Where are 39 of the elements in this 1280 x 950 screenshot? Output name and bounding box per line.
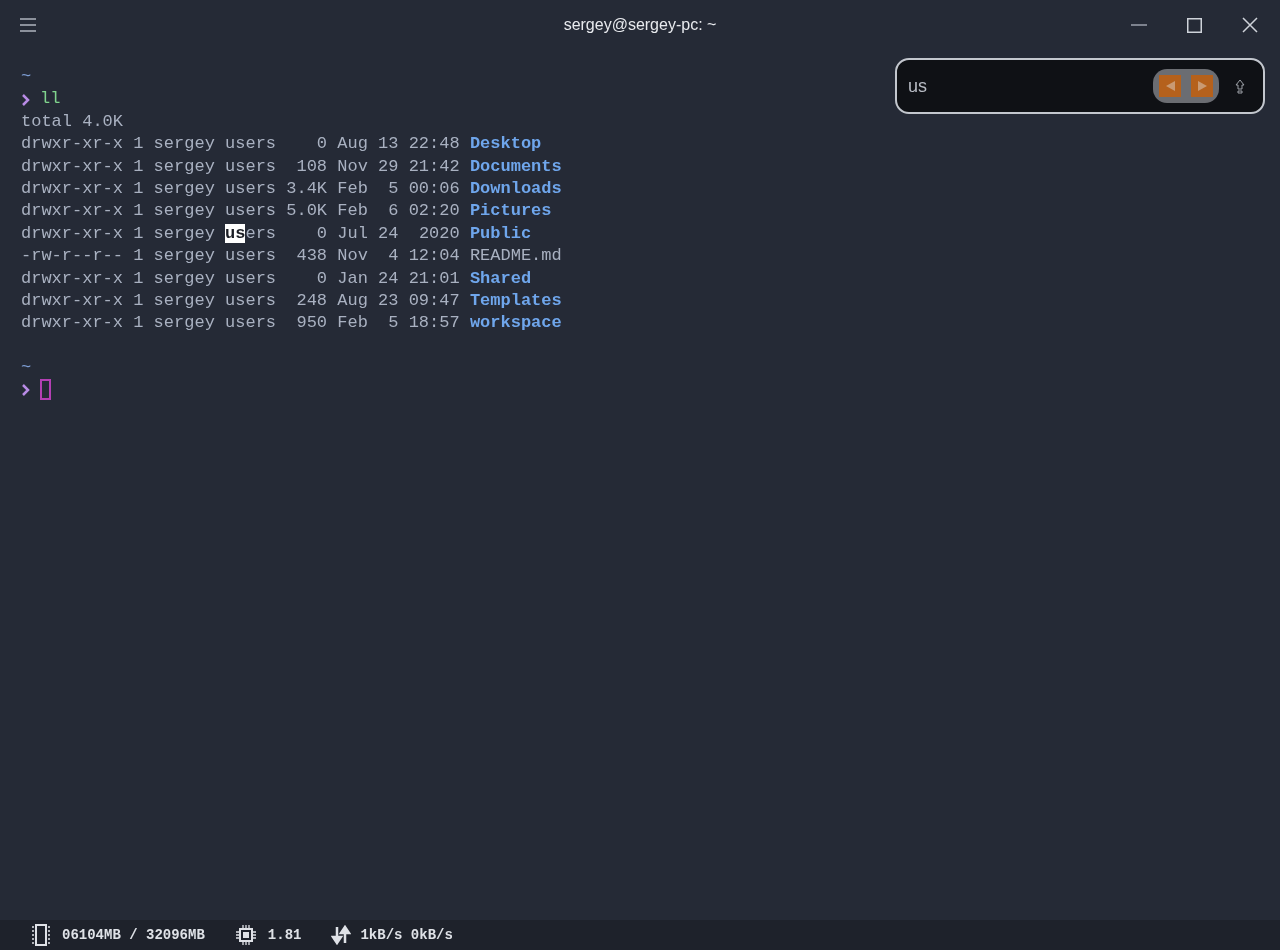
menu-icon[interactable] (20, 18, 36, 32)
directory-name: Desktop (469, 133, 542, 156)
directory-name: Templates (469, 290, 562, 313)
directory-name: Documents (469, 155, 562, 178)
file-info-text: drwxr-xr-x 1 sergey users 5.0K Feb 6 02:20 (21, 200, 460, 223)
file-name: README.md (469, 245, 562, 268)
directory-name: Shared (469, 267, 532, 290)
search-input[interactable]: us (908, 74, 1153, 98)
maximize-icon[interactable] (1187, 17, 1202, 33)
file-info-text: -rw-r--r-- 1 sergey users 438 Nov 4 12:04 (21, 245, 460, 268)
file-info-text: drwxr-xr-x 1 sergey users 0 Jan 24 21:01 (21, 267, 460, 290)
file-info-text: drwxr-xr-x 1 sergey users 950 Feb 5 18:57 (21, 312, 460, 335)
cwd-tilde: ~ (21, 356, 32, 379)
cpu-icon (234, 924, 257, 946)
output-text: total 4.0K (21, 110, 124, 133)
prompt-chevron-icon (21, 382, 30, 397)
directory-name: Pictures (469, 200, 552, 223)
memory-usage-text: 06104MB / 32096MB (62, 925, 205, 945)
network-speed-text: 1kB/s 0kB/s (360, 925, 453, 945)
cpu-load-text: 1.81 (267, 925, 302, 945)
up-down-arrows-icon (331, 925, 352, 945)
shift-arrow-icon[interactable] (1235, 78, 1245, 94)
file-info-text: drwxr-xr-x 1 sergey users 3.4K Feb 5 00:06 (21, 178, 460, 201)
left-triangle-icon (1165, 81, 1175, 91)
file-info-text: drwxr-xr-x 1 sergey users 248 Aug 23 09:47 (21, 290, 460, 313)
prompt-chevron-icon (21, 92, 30, 107)
file-info-text: drwxr-xr-x 1 sergey users 108 Nov 29 21:42 (21, 155, 460, 178)
directory-name: Downloads (469, 178, 562, 201)
directory-name: Public (469, 222, 532, 245)
memory-icon (31, 924, 51, 946)
file-info-text: drwxr-xr-x 1 sergey users 0 Aug 13 22:48 (21, 133, 460, 156)
file-info-text: drwxr-xr-x 1 sergey users 0 Jul 24 2020 (21, 222, 460, 245)
window-title: sergey@sergey-pc: ~ (563, 15, 717, 35)
directory-name: workspace (469, 312, 562, 335)
cwd-tilde: ~ (21, 66, 32, 88)
close-icon[interactable] (1242, 17, 1258, 33)
command-text: ll (40, 88, 61, 111)
right-triangle-icon (1197, 81, 1207, 91)
search-field[interactable]: us (895, 58, 1265, 114)
